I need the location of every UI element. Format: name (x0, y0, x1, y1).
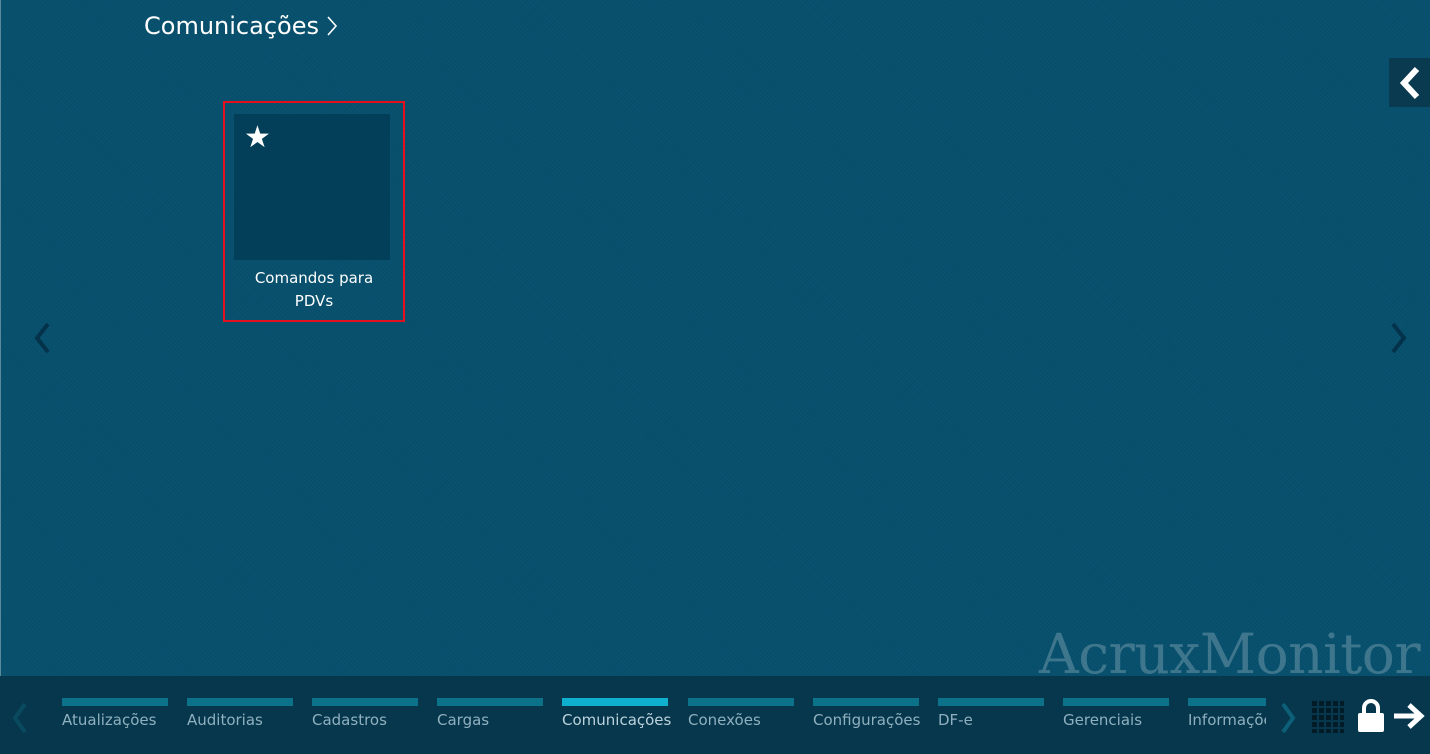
main-area: Comunicações ★ Comandos para PDVs AcruxM… (0, 0, 1430, 686)
tab-label: Cadastros (312, 711, 387, 729)
category-tabs: Atualizações Auditorias Cadastros Cargas… (62, 698, 1266, 738)
tabs-next-button[interactable] (1278, 700, 1298, 736)
chevron-left-icon (1399, 66, 1419, 99)
tile-background: ★ (234, 114, 390, 260)
tab-indicator (562, 698, 668, 706)
bottom-bar: Atualizações Auditorias Cadastros Cargas… (0, 676, 1430, 754)
grid-icon[interactable] (1311, 700, 1345, 734)
tile-label-line1: Comandos para (254, 269, 374, 287)
arrow-right-icon[interactable] (1392, 702, 1426, 730)
tab-atualizacoes[interactable]: Atualizações (62, 698, 168, 738)
tab-indicator (813, 698, 919, 706)
tab-label: Configurações (813, 711, 921, 729)
page-title[interactable]: Comunicações (144, 12, 339, 40)
tab-label: Cargas (437, 711, 490, 729)
tab-label: Auditorias (187, 711, 263, 729)
tab-indicator (1063, 698, 1169, 706)
star-icon[interactable]: ★ (244, 122, 271, 154)
chevron-right-icon (327, 16, 338, 36)
tab-label: DF-e (938, 711, 973, 729)
tab-cadastros[interactable]: Cadastros (312, 698, 418, 738)
tab-label: Atualizações (62, 711, 157, 729)
tab-label: Comunicações (562, 711, 672, 729)
page-next-button[interactable] (1386, 318, 1410, 358)
tab-label: Gerenciais (1063, 711, 1143, 729)
side-panel-toggle-button[interactable] (1389, 58, 1430, 107)
page-prev-button[interactable] (31, 318, 55, 358)
tab-configuracoes[interactable]: Configurações (813, 698, 921, 738)
tabs-prev-button[interactable] (8, 700, 32, 736)
tab-indicator (62, 698, 168, 706)
tab-comunicacoes[interactable]: Comunicações (562, 698, 672, 738)
page-title-text: Comunicações (144, 12, 319, 40)
tile-label-line2: PDVs (294, 292, 334, 310)
lock-icon[interactable] (1356, 698, 1386, 734)
tile-label: Comandos para PDVs (225, 267, 403, 313)
tab-conexoes[interactable]: Conexões (688, 698, 794, 738)
tile-comandos-pdvs[interactable]: ★ Comandos para PDVs (223, 101, 405, 322)
tab-indicator (312, 698, 418, 706)
tab-label: Informações (1188, 711, 1266, 729)
tab-indicator (938, 698, 1044, 706)
tab-gerenciais[interactable]: Gerenciais (1063, 698, 1169, 738)
tab-indicator (1188, 698, 1266, 706)
chevron-right-icon (1281, 702, 1296, 734)
chevron-right-icon (1391, 322, 1407, 354)
tab-indicator (437, 698, 543, 706)
tab-informacoes[interactable]: Informações (1188, 698, 1266, 738)
chevron-left-icon (34, 322, 50, 354)
tab-df-e[interactable]: DF-e (938, 698, 1044, 738)
tab-label: Conexões (688, 711, 761, 729)
tab-indicator (187, 698, 293, 706)
tab-indicator (688, 698, 794, 706)
tab-auditorias[interactable]: Auditorias (187, 698, 293, 738)
tab-cargas[interactable]: Cargas (437, 698, 543, 738)
chevron-left-icon (12, 702, 27, 734)
